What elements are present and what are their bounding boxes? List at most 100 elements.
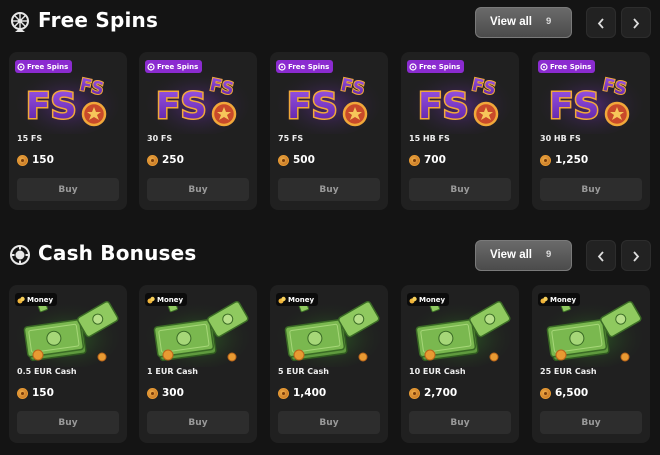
price: 700 <box>409 153 446 167</box>
coin-icon <box>278 387 289 399</box>
badge-label: Free Spins <box>550 62 592 71</box>
product-card[interactable]: Money 10 EUR Cash 2,700 Buy <box>401 285 519 443</box>
price: 150 <box>17 386 54 400</box>
svg-text:FS: FS <box>549 86 600 127</box>
badge-label: Money <box>157 295 184 304</box>
product-card[interactable]: FS FS Free Spins 15 HB FS 700 Buy <box>401 52 519 210</box>
product-card[interactable]: FS FS Free Spins 75 FS 500 Buy <box>270 52 388 210</box>
coin-icon <box>540 387 551 399</box>
product-name: 0.5 EUR Cash <box>17 367 77 376</box>
view-all-count: 9 <box>546 249 552 260</box>
coin-icon <box>17 387 28 399</box>
buy-button[interactable]: Buy <box>278 178 380 201</box>
category-badge: Money <box>15 293 58 306</box>
next-button[interactable] <box>621 7 651 38</box>
section-title: Free Spins <box>38 8 159 32</box>
previous-button[interactable] <box>586 240 616 271</box>
price: 6,500 <box>540 386 588 400</box>
product-card[interactable]: FS FS Free Spins 30 HB FS 1,250 Buy <box>532 52 650 210</box>
view-all-label: View all <box>490 249 532 261</box>
chevron-right-icon <box>633 18 640 29</box>
section-title: Cash Bonuses <box>38 241 197 265</box>
price: 500 <box>278 153 315 167</box>
buy-button[interactable]: Buy <box>278 411 380 434</box>
buy-button[interactable]: Buy <box>147 411 249 434</box>
coins-icon <box>278 296 286 303</box>
product-name: 10 EUR Cash <box>409 367 466 376</box>
price-value: 500 <box>293 154 315 166</box>
category-badge: Free Spins <box>276 60 334 73</box>
spin-icon <box>409 62 417 71</box>
product-card[interactable]: FS FS Free Spins 30 FS 250 Buy <box>139 52 257 210</box>
price: 250 <box>147 153 184 167</box>
price-value: 1,400 <box>293 387 327 399</box>
spin-icon <box>540 62 548 71</box>
product-card[interactable]: Money 0.5 EUR Cash 150 Buy <box>9 285 127 443</box>
coin-icon <box>147 387 158 399</box>
badge-label: Free Spins <box>419 62 461 71</box>
badge-label: Free Spins <box>27 62 69 71</box>
badge-label: Money <box>27 295 54 304</box>
badge-label: Free Spins <box>157 62 199 71</box>
spin-icon <box>17 62 25 71</box>
chevron-right-icon <box>633 251 640 262</box>
spin-icon <box>278 62 286 71</box>
price-value: 300 <box>162 387 184 399</box>
buy-button[interactable]: Buy <box>17 178 119 201</box>
coins-icon <box>17 296 25 303</box>
buy-button[interactable]: Buy <box>409 411 511 434</box>
product-card[interactable]: FS FS Free Spins 15 FS 150 Buy <box>9 52 127 210</box>
price: 300 <box>147 386 184 400</box>
previous-button[interactable] <box>586 7 616 38</box>
product-card[interactable]: Money 25 EUR Cash 6,500 Buy <box>532 285 650 443</box>
product-name: 15 FS <box>17 134 43 143</box>
next-button[interactable] <box>621 240 651 271</box>
category-badge: Free Spins <box>538 60 596 73</box>
price: 2,700 <box>409 386 457 400</box>
coin-icon <box>17 154 28 166</box>
chevron-left-icon <box>597 18 604 29</box>
svg-text:FS: FS <box>156 86 207 127</box>
product-name: 5 EUR Cash <box>278 367 329 376</box>
price-value: 250 <box>162 154 184 166</box>
category-badge: Money <box>538 293 581 306</box>
category-badge: Money <box>145 293 188 306</box>
category-badge: Money <box>407 293 450 306</box>
view-all-button[interactable]: View all 9 <box>475 7 572 38</box>
view-all-button[interactable]: View all 9 <box>475 240 572 271</box>
coin-icon <box>278 154 289 166</box>
badge-label: Free Spins <box>288 62 330 71</box>
coin-icon <box>540 154 551 166</box>
coins-icon <box>409 296 417 303</box>
free-spins-header: Free Spins View all 9 <box>0 0 660 50</box>
price: 1,400 <box>278 386 326 400</box>
price: 1,250 <box>540 153 588 167</box>
view-all-label: View all <box>490 16 532 28</box>
price-value: 1,250 <box>555 154 589 166</box>
price-value: 150 <box>32 387 54 399</box>
view-all-count: 9 <box>546 16 552 27</box>
category-badge: Free Spins <box>145 60 203 73</box>
product-card[interactable]: Money 1 EUR Cash 300 Buy <box>139 285 257 443</box>
chevron-left-icon <box>597 251 604 262</box>
coin-icon <box>409 154 420 166</box>
product-card[interactable]: Money 5 EUR Cash 1,400 Buy <box>270 285 388 443</box>
product-name: 1 EUR Cash <box>147 367 198 376</box>
category-badge: Free Spins <box>15 60 73 73</box>
price-value: 150 <box>32 154 54 166</box>
buy-button[interactable]: Buy <box>147 178 249 201</box>
spin-icon <box>147 62 155 71</box>
buy-button[interactable]: Buy <box>17 411 119 434</box>
badge-label: Money <box>419 295 446 304</box>
chip-icon <box>10 245 30 265</box>
product-name: 15 HB FS <box>409 134 450 143</box>
coin-icon <box>147 154 158 166</box>
buy-button[interactable]: Buy <box>540 411 642 434</box>
product-name: 30 FS <box>147 134 173 143</box>
coin-icon <box>409 387 420 399</box>
coins-icon <box>540 296 548 303</box>
buy-button[interactable]: Buy <box>409 178 511 201</box>
price-value: 700 <box>424 154 446 166</box>
buy-button[interactable]: Buy <box>540 178 642 201</box>
badge-label: Money <box>288 295 315 304</box>
